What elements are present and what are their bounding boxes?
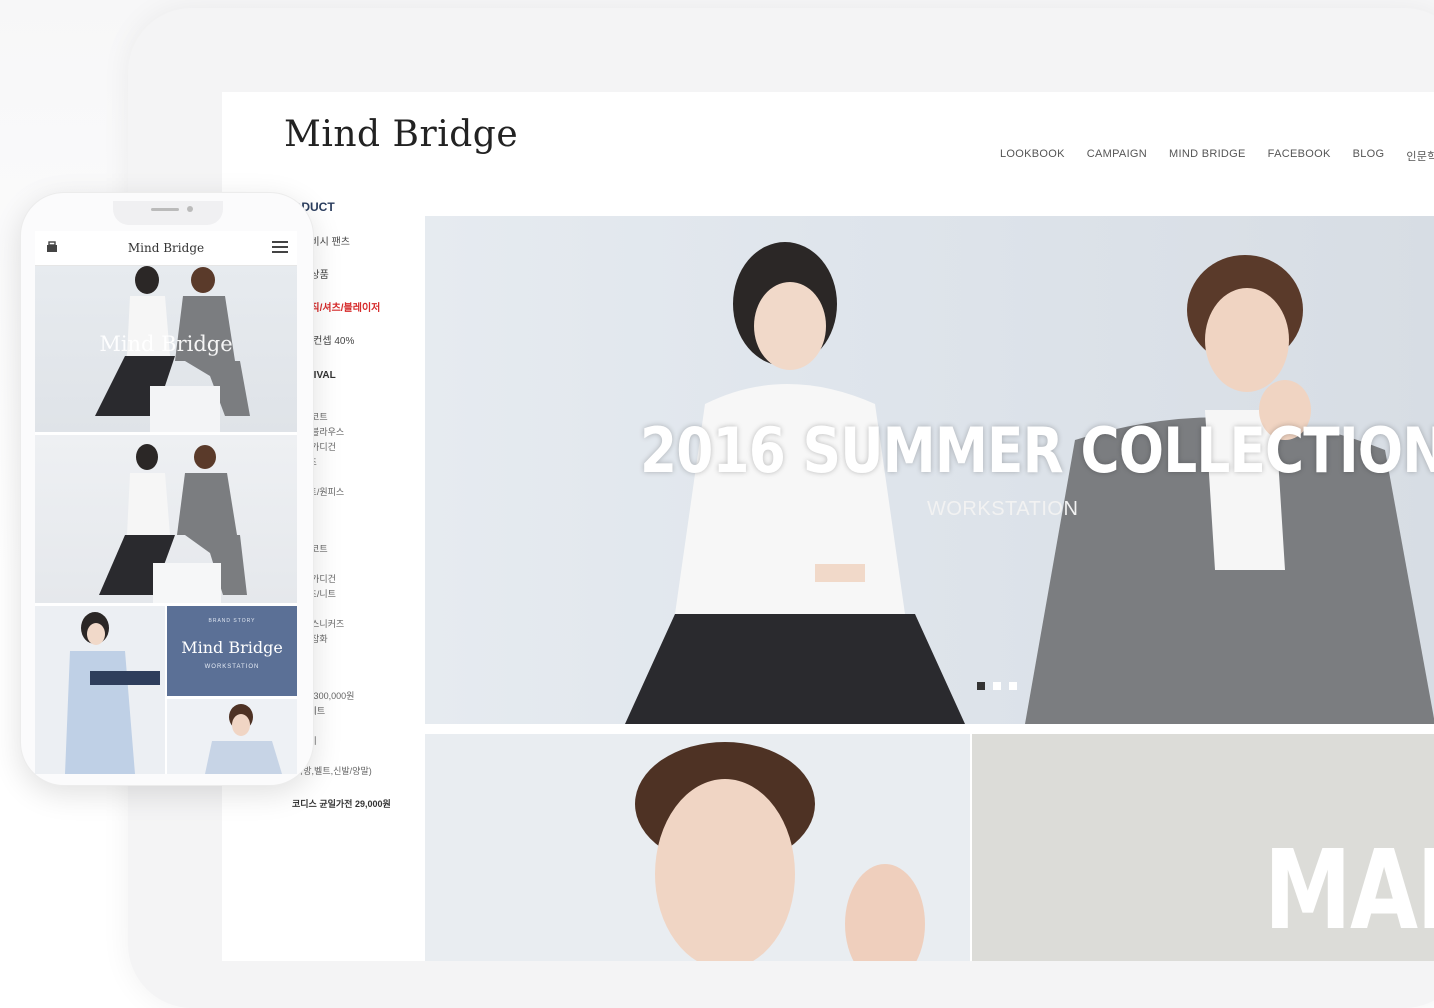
top-navigation: LOOKBOOK CAMPAIGN MIND BRIDGE FACEBOOK B… bbox=[1000, 148, 1434, 164]
banner-man-text: MAN bbox=[1264, 826, 1434, 954]
nav-facebook[interactable]: FACEBOOK bbox=[1268, 148, 1331, 164]
phone-notch bbox=[113, 201, 223, 225]
brand-banner-label: BRAND STORY bbox=[208, 618, 256, 624]
product-banner-left[interactable] bbox=[425, 734, 970, 961]
mobile-hero-watermark: Mind Bridge bbox=[99, 332, 233, 356]
product-banner-right[interactable]: MAN bbox=[972, 734, 1434, 961]
mobile-phone-frame: Mind Bridge Mind Bridge BRAND STORY Mind… bbox=[20, 192, 314, 786]
hero-banner[interactable]: 2016 SUMMER COLLECTION WORKSTATION bbox=[425, 216, 1434, 724]
sidebar-heading: ODUCT bbox=[292, 200, 335, 214]
sidebar-subitem[interactable]: (가방,벨트,신발/양말) bbox=[292, 764, 427, 779]
hamburger-menu-icon[interactable] bbox=[272, 241, 288, 253]
nav-lookbook[interactable]: LOOKBOOK bbox=[1000, 148, 1065, 164]
mobile-hero-image[interactable]: Mind Bridge bbox=[35, 266, 297, 432]
nav-blog[interactable]: BLOG bbox=[1353, 148, 1385, 164]
hero-title: 2016 SUMMER COLLECTION bbox=[640, 414, 1434, 487]
mobile-product-man-image[interactable] bbox=[167, 699, 297, 774]
nav-humanities[interactable]: 인문학 bbox=[1406, 148, 1434, 164]
brand-banner-title: Mind Bridge bbox=[181, 638, 283, 657]
nav-mind-bridge[interactable]: MIND BRIDGE bbox=[1169, 148, 1246, 164]
mobile-brand-banner[interactable]: BRAND STORY Mind Bridge WORKSTATION bbox=[167, 606, 297, 696]
mobile-logo[interactable]: Mind Bridge bbox=[35, 241, 297, 255]
mobile-screen: Mind Bridge Mind Bridge BRAND STORY Mind… bbox=[35, 231, 297, 774]
slider-dot[interactable] bbox=[993, 682, 1001, 690]
mobile-header: Mind Bridge bbox=[35, 231, 297, 266]
site-logo[interactable]: Mind Bridge bbox=[284, 114, 518, 155]
mobile-lookbook-models-photo bbox=[99, 444, 247, 603]
hero-subtitle: WORKSTATION bbox=[927, 498, 1079, 520]
slider-pagination bbox=[977, 682, 1017, 690]
mobile-man-photo bbox=[205, 704, 282, 774]
brand-banner-subtitle: WORKSTATION bbox=[204, 664, 260, 670]
model-man-closeup-photo bbox=[635, 742, 925, 961]
mobile-product-woman-image[interactable] bbox=[35, 606, 165, 774]
mobile-lookbook-image[interactable] bbox=[35, 435, 297, 603]
nav-campaign[interactable]: CAMPAIGN bbox=[1087, 148, 1147, 164]
sidebar-promo[interactable]: 코디스 균일가전 29,000원 bbox=[292, 797, 427, 812]
slider-dot[interactable] bbox=[1009, 682, 1017, 690]
slider-dot[interactable] bbox=[977, 682, 985, 690]
mobile-woman-photo bbox=[65, 612, 160, 774]
desktop-screen: Mind Bridge LOOKBOOK CAMPAIGN MIND BRIDG… bbox=[222, 92, 1434, 961]
